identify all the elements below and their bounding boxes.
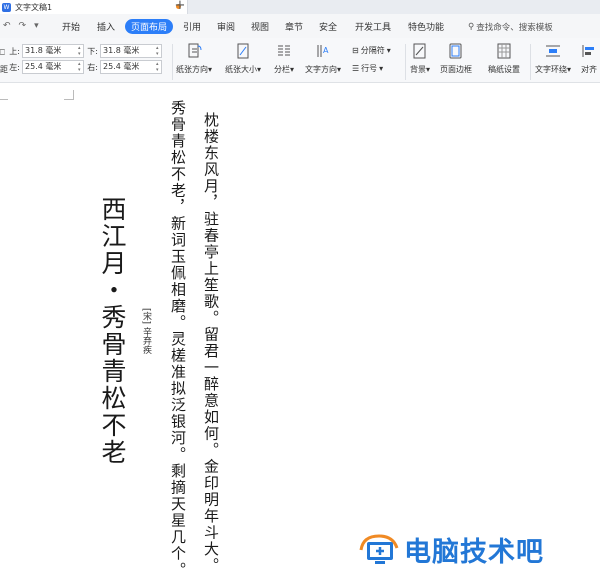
orientation-button[interactable]: 纸张方向▾	[176, 42, 212, 75]
menu-features[interactable]: 特色功能	[408, 20, 444, 33]
menu-security[interactable]: 安全	[319, 20, 337, 33]
line-number-icon: ☰	[352, 64, 360, 73]
page-margin-corner-mark	[0, 90, 8, 100]
ribbon-separator	[530, 44, 531, 80]
watermark-text: 电脑技术吧	[404, 537, 544, 568]
paper-setting-label: 稿纸设置	[488, 65, 520, 74]
document-tab-title: 文字文稿1	[15, 2, 53, 12]
background-label: 背景▾	[410, 65, 431, 74]
paper-size-label: 纸张大小▾	[225, 65, 262, 74]
page-border-button[interactable]: 页面边框	[440, 42, 472, 75]
line-number-button[interactable]: ☰ 行号 ▾	[352, 63, 383, 74]
columns-label: 分栏▾	[274, 65, 295, 74]
margin-bottom-input[interactable]: 31.8 毫米	[100, 44, 162, 58]
text-wrap-button[interactable]: 文字环绕▾	[535, 42, 571, 75]
text-wrap-label: 文字环绕▾	[535, 65, 572, 74]
paper-setting-button[interactable]: 稿纸设置	[488, 42, 520, 75]
svg-text:A: A	[323, 46, 329, 55]
menu-developer[interactable]: 开发工具	[355, 20, 391, 33]
menu-start[interactable]: 开始	[62, 20, 80, 33]
text-wrap-icon	[544, 42, 562, 60]
margin-left-row: 左: 25.4 毫米	[6, 60, 84, 74]
page-border-label: 页面边框	[440, 65, 472, 74]
poem-title: 西江月・秀骨青松不老	[98, 196, 127, 466]
undo-icon[interactable]: ↶	[3, 21, 11, 31]
align-icon	[580, 42, 598, 60]
new-tab-button[interactable]: +	[173, 0, 187, 13]
menu-bar: ↶ ↷ ▾ 开始 插入 页面布局 引用 审阅 视图 章节 安全 开发工具 特色功…	[0, 14, 600, 38]
background-icon	[411, 42, 429, 60]
columns-icon	[275, 42, 293, 60]
align-label: 对齐	[581, 65, 597, 74]
margin-top-label: 上:	[9, 46, 20, 56]
watermark: 电脑技术吧	[358, 530, 544, 569]
poem-line-1: 秀骨青松不老，新词玉佩相磨。灵槎准拟泛银河。剩摘天星几个。	[169, 100, 187, 579]
columns-button[interactable]: 分栏▾	[274, 42, 294, 75]
margin-bottom-row: 下: 31.8 毫米	[84, 44, 162, 58]
search-icon: ⚲	[468, 22, 475, 32]
ribbon-separator	[405, 44, 406, 80]
wps-doc-icon: W	[2, 2, 11, 12]
paper-size-icon	[234, 42, 252, 60]
align-button[interactable]: 对齐	[580, 42, 598, 75]
separator-icon: ⊟	[352, 46, 359, 55]
menu-page-layout[interactable]: 页面布局	[125, 19, 174, 34]
orientation-label: 纸张方向▾	[176, 65, 213, 74]
command-search[interactable]: ⚲ 查找命令、搜索模板	[468, 21, 553, 33]
ribbon-separator	[172, 44, 173, 80]
margin-top-row: 上: 31.8 毫米	[6, 44, 84, 58]
margin-dropdown-cut[interactable]: ⎕	[0, 48, 5, 58]
poem-line-2: 枕楼东风月，驻春亭上笙歌。留君一醉意如何。金印明年斗大。	[202, 112, 220, 574]
quick-access-toolbar: ↶ ↷ ▾	[3, 21, 39, 31]
menu-insert[interactable]: 插入	[97, 20, 115, 33]
page-margin-corner-mark	[64, 90, 74, 100]
document-tab[interactable]: W 文字文稿1	[0, 0, 188, 14]
margin-right-label: 右:	[87, 62, 98, 72]
margin-top-input[interactable]: 31.8 毫米	[22, 44, 84, 58]
text-direction-label: 文字方向▾	[305, 65, 342, 74]
poem-author: [宋] 辛弃疾	[141, 308, 151, 354]
paper-grid-icon	[495, 42, 513, 60]
menu-references[interactable]: 引用	[183, 20, 201, 33]
search-placeholder: 查找命令、搜索模板	[476, 23, 553, 33]
margin-right-input[interactable]: 25.4 毫米	[100, 60, 162, 74]
quick-access-dropdown-icon[interactable]: ▾	[34, 21, 39, 31]
menu-chapter[interactable]: 章节	[285, 20, 303, 33]
redo-icon[interactable]: ↷	[19, 21, 27, 31]
margin-bottom-label: 下:	[87, 46, 98, 56]
title-bar: W 文字文稿1 +	[0, 0, 600, 14]
separator-button[interactable]: ⊟ 分隔符 ▾	[352, 45, 391, 56]
margin-right-row: 右: 25.4 毫米	[84, 60, 162, 74]
computer-logo-icon	[358, 532, 400, 568]
margin-left-label: 左:	[9, 62, 20, 72]
margin-left-input[interactable]: 25.4 毫米	[22, 60, 84, 74]
text-direction-button[interactable]: A 文字方向▾	[305, 42, 341, 75]
document-canvas[interactable]	[0, 84, 600, 581]
text-direction-icon: A	[314, 42, 332, 60]
paper-size-button[interactable]: 纸张大小▾	[225, 42, 261, 75]
page-orientation-icon	[185, 42, 203, 60]
background-button[interactable]: 背景▾	[410, 42, 430, 75]
page-border-icon	[447, 42, 465, 60]
menu-review[interactable]: 审阅	[217, 20, 235, 33]
menu-view[interactable]: 视图	[251, 20, 269, 33]
